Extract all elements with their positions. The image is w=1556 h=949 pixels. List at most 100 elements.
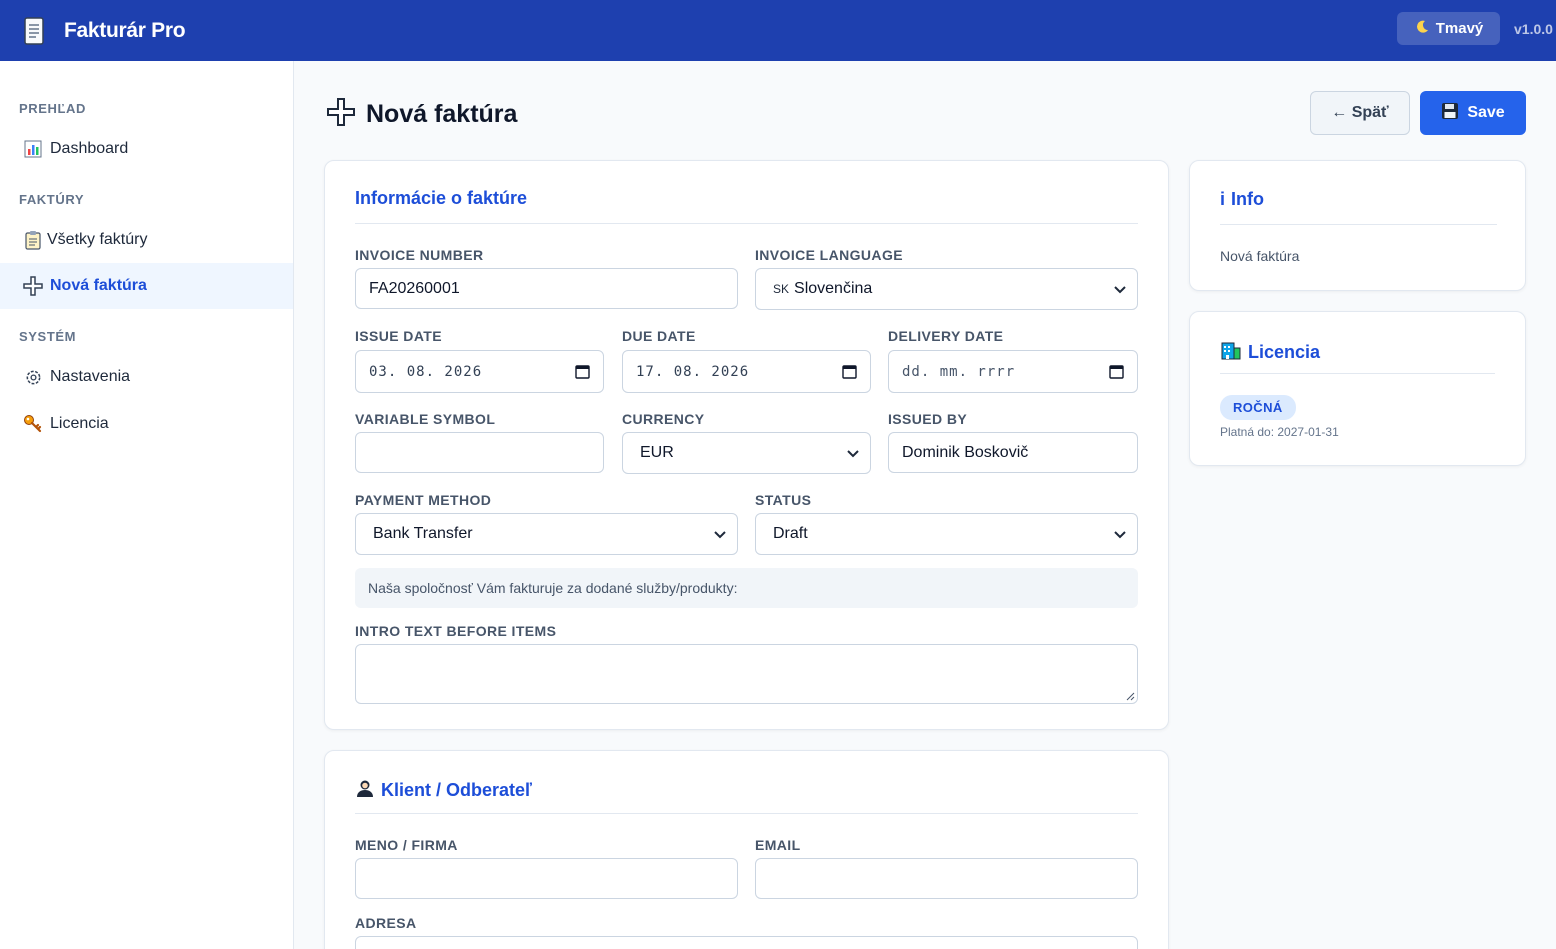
chevron-down-icon (1114, 531, 1126, 539)
license-card-title-wrap: Licencia (1220, 340, 1320, 365)
divider (1220, 224, 1497, 225)
plus-icon (326, 97, 356, 132)
variable-symbol-input[interactable] (355, 432, 604, 473)
back-button-label: ← Späť (1331, 104, 1389, 121)
variable-symbol-label: VARIABLE SYMBOL (355, 411, 496, 427)
back-button[interactable]: ← Späť (1310, 91, 1410, 135)
sidebar-section-system: SYSTÉM (19, 329, 77, 344)
info-card-title: Info (1231, 189, 1265, 209)
client-card: Klient / Odberateľ MENO / FIRMA EMAIL AD… (324, 750, 1169, 949)
client-name-input[interactable] (355, 858, 738, 899)
chevron-down-icon (1114, 286, 1126, 294)
plus-icon (23, 276, 43, 296)
client-card-title: Klient / Odberateľ (381, 780, 532, 800)
issue-date-input[interactable]: 03. 08. 2026 (355, 350, 604, 393)
payment-method-label: PAYMENT METHOD (355, 492, 492, 508)
divider (355, 813, 1138, 814)
sidebar-item-dashboard[interactable]: Dashboard (0, 126, 293, 172)
currency-select[interactable]: EUR (622, 432, 871, 474)
theme-button-label: Tmavý (1435, 20, 1484, 37)
issued-by-value: Dominik Boskovič (902, 443, 1029, 461)
calendar-icon (575, 365, 590, 379)
invoice-document-icon (20, 16, 48, 46)
sidebar-item-label: Nová faktúra (50, 277, 147, 294)
flag-label: SK (773, 282, 790, 296)
sidebar-item-label: Licencia (50, 415, 109, 432)
sidebar-item-license[interactable]: Licencia (0, 401, 293, 447)
sidebar-item-label: Dashboard (50, 140, 129, 157)
top-bar: Fakturár Pro Tmavý v1.0.0 (0, 0, 1556, 61)
divider (355, 223, 1138, 224)
card-title: Informácie o faktúre (355, 188, 528, 208)
person-icon (355, 778, 375, 803)
payment-method-select[interactable]: Bank Transfer (355, 513, 738, 555)
license-card-title: Licencia (1248, 342, 1321, 362)
resize-handle-icon[interactable] (1125, 691, 1135, 701)
invoice-info-card: Informácie o faktúre INVOICE NUMBER FA20… (324, 160, 1169, 730)
invoice-number-value: FA20260001 (369, 279, 460, 297)
client-address-label: ADRESA (355, 915, 417, 931)
chevron-down-icon (714, 531, 726, 539)
license-card: Licencia ROČNÁ Platná do: 2027-01-31 (1189, 311, 1526, 466)
divider (1220, 373, 1495, 374)
brand[interactable]: Fakturár Pro (20, 16, 186, 46)
license-type-badge: ROČNÁ (1220, 395, 1296, 420)
intro-note: Naša spoločnosť Vám fakturuje za dodané … (355, 568, 1138, 608)
info-card: i Info Nová faktúra (1189, 160, 1526, 291)
due-date-input[interactable]: 17. 08. 2026 (622, 350, 871, 393)
page-heading: Nová faktúra (366, 100, 518, 128)
intro-note-text: Naša spoločnosť Vám fakturuje za dodané … (368, 580, 738, 596)
delivery-date-label: DELIVERY DATE (888, 328, 1004, 344)
save-button[interactable]: Save (1420, 91, 1526, 135)
sidebar-section-invoices: FAKTÚRY (19, 192, 85, 207)
invoice-language-select[interactable]: SK Slovenčina (755, 268, 1138, 310)
client-address-input[interactable] (355, 936, 1138, 949)
currency-label: CURRENCY (622, 411, 705, 427)
sidebar-section-overview: PREHĽAD (19, 101, 87, 116)
invoice-language-value: Slovenčina (794, 280, 873, 297)
info-card-title-wrap: i Info (1220, 189, 1264, 210)
gear-icon (23, 367, 43, 387)
client-email-label: EMAIL (755, 837, 801, 853)
theme-toggle-button[interactable]: Tmavý (1397, 12, 1500, 45)
issued-by-input[interactable]: Dominik Boskovič (888, 432, 1138, 473)
sidebar-item-label: Všetky faktúry (47, 231, 148, 248)
version-label: v1.0.0 (1514, 21, 1553, 37)
chevron-down-icon (847, 450, 859, 458)
intro-text-label: INTRO TEXT BEFORE ITEMS (355, 623, 557, 639)
moon-icon (1414, 19, 1430, 39)
invoice-language-label: INVOICE LANGUAGE (755, 247, 903, 263)
sidebar-item-settings[interactable]: Nastavenia (0, 354, 293, 400)
delivery-date-placeholder: dd. mm. rrrr (902, 363, 1016, 380)
due-date-label: DUE DATE (622, 328, 696, 344)
sidebar: PREHĽAD Dashboard FAKTÚRY Všetky faktúry… (0, 61, 294, 949)
status-value: Draft (773, 525, 808, 542)
license-valid-until: Platná do: 2027-01-31 (1220, 425, 1339, 439)
status-select[interactable]: Draft (755, 513, 1138, 555)
info-icon: i (1220, 189, 1226, 209)
calendar-icon (1109, 365, 1124, 379)
clipboard-icon (23, 230, 43, 250)
issue-date-value: 03. 08. 2026 (369, 363, 483, 380)
client-email-input[interactable] (755, 858, 1138, 899)
sidebar-item-label: Nastavenia (50, 368, 131, 385)
save-button-label: Save (1467, 104, 1505, 121)
issue-date-label: ISSUE DATE (355, 328, 442, 344)
floppy-disk-icon (1441, 102, 1459, 125)
intro-text-textarea[interactable] (355, 644, 1138, 704)
client-name-label: MENO / FIRMA (355, 837, 458, 853)
currency-value: EUR (640, 444, 674, 461)
invoice-number-input[interactable]: FA20260001 (355, 268, 738, 309)
sidebar-item-new-invoice[interactable]: Nová faktúra (0, 263, 293, 309)
page-title: Nová faktúra (326, 97, 517, 132)
issued-by-label: ISSUED BY (888, 411, 968, 427)
key-icon (23, 414, 43, 434)
card-title-wrap: Klient / Odberateľ (355, 778, 532, 803)
payment-method-value: Bank Transfer (373, 525, 473, 542)
info-card-text: Nová faktúra (1220, 248, 1300, 264)
calendar-icon (842, 365, 857, 379)
invoice-number-label: INVOICE NUMBER (355, 247, 484, 263)
building-icon (1220, 340, 1242, 365)
delivery-date-input[interactable]: dd. mm. rrrr (888, 350, 1138, 393)
sidebar-item-all-invoices[interactable]: Všetky faktúry (0, 217, 293, 263)
